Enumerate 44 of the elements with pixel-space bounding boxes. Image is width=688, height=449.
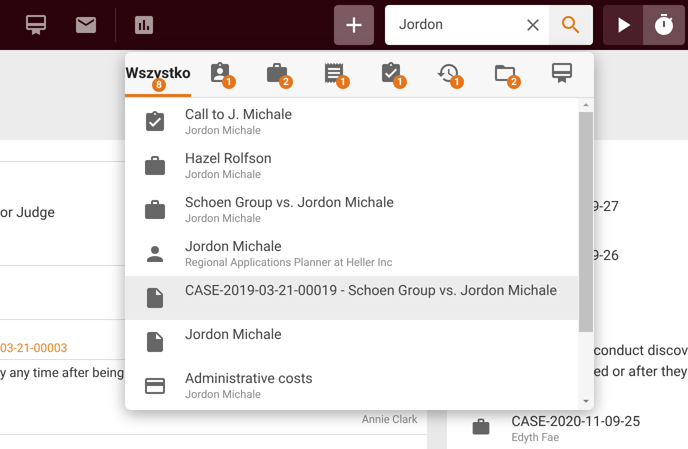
card-text: or Judge [0, 204, 55, 223]
filter-tab[interactable]: Wszystko 8 [125, 52, 191, 97]
result-subtitle: Regional Applications Planner at Heller Inc [185, 256, 392, 269]
result-item[interactable]: CASE-2019-03-21-00019 - Schoen Group vs. Jordon Michale [125, 276, 578, 320]
count-badge: 2 [507, 75, 521, 89]
result-subtitle: Jordon Michale [185, 168, 262, 181]
count-badge: 1 [450, 75, 464, 89]
briefcase-icon [143, 198, 167, 222]
certificate-icon[interactable] [24, 13, 48, 37]
search-field[interactable]: Jordon [385, 5, 593, 45]
card-text: conduct discov [593, 342, 688, 361]
result-title: Hazel Rolfson [185, 150, 272, 168]
briefcase-icon [264, 61, 288, 85]
card-text: y any time after being [0, 366, 124, 381]
scrollbar[interactable] [578, 98, 594, 410]
count-badge: 1 [336, 75, 350, 89]
timer-button[interactable] [643, 5, 685, 45]
case-number: 03-21-00003 [0, 340, 68, 357]
count-badge: 1 [222, 75, 236, 89]
result-subtitle: Jordon Michale [185, 212, 262, 225]
add-button[interactable] [334, 5, 374, 45]
count-badge: 1 [393, 75, 407, 89]
chart-icon[interactable] [132, 13, 156, 37]
case-subtitle: Edyth Fae [511, 431, 560, 444]
result-subtitle: Jordon Michale [185, 124, 262, 137]
certificate-icon [550, 61, 574, 85]
count-badge: 8 [152, 78, 166, 92]
result-title: Jordon Michale [185, 326, 282, 344]
case-title: CASE-2020-11-09-25 [511, 413, 640, 431]
author-name: Annie Clark [362, 412, 418, 428]
search-button[interactable] [549, 5, 593, 45]
task-icon [143, 110, 167, 134]
result-title: Administrative costs [185, 370, 313, 388]
result-title: CASE-2019-03-21-00019 - Schoen Group vs. Jordon Michale [185, 282, 557, 300]
result-title: Jordon Michale [185, 238, 283, 256]
result-title: Schoen Group vs. Jordon Michale [185, 194, 394, 212]
result-title: Call to J. Michale [185, 106, 292, 124]
briefcase-icon [471, 417, 492, 437]
result-subtitle: Jordon Michale [185, 388, 262, 401]
card-text: ed or after they [593, 363, 688, 382]
stopwatch-icon [652, 13, 676, 37]
count-badge: 2 [279, 75, 293, 89]
play-button[interactable] [603, 5, 643, 45]
briefcase-icon [143, 154, 167, 178]
